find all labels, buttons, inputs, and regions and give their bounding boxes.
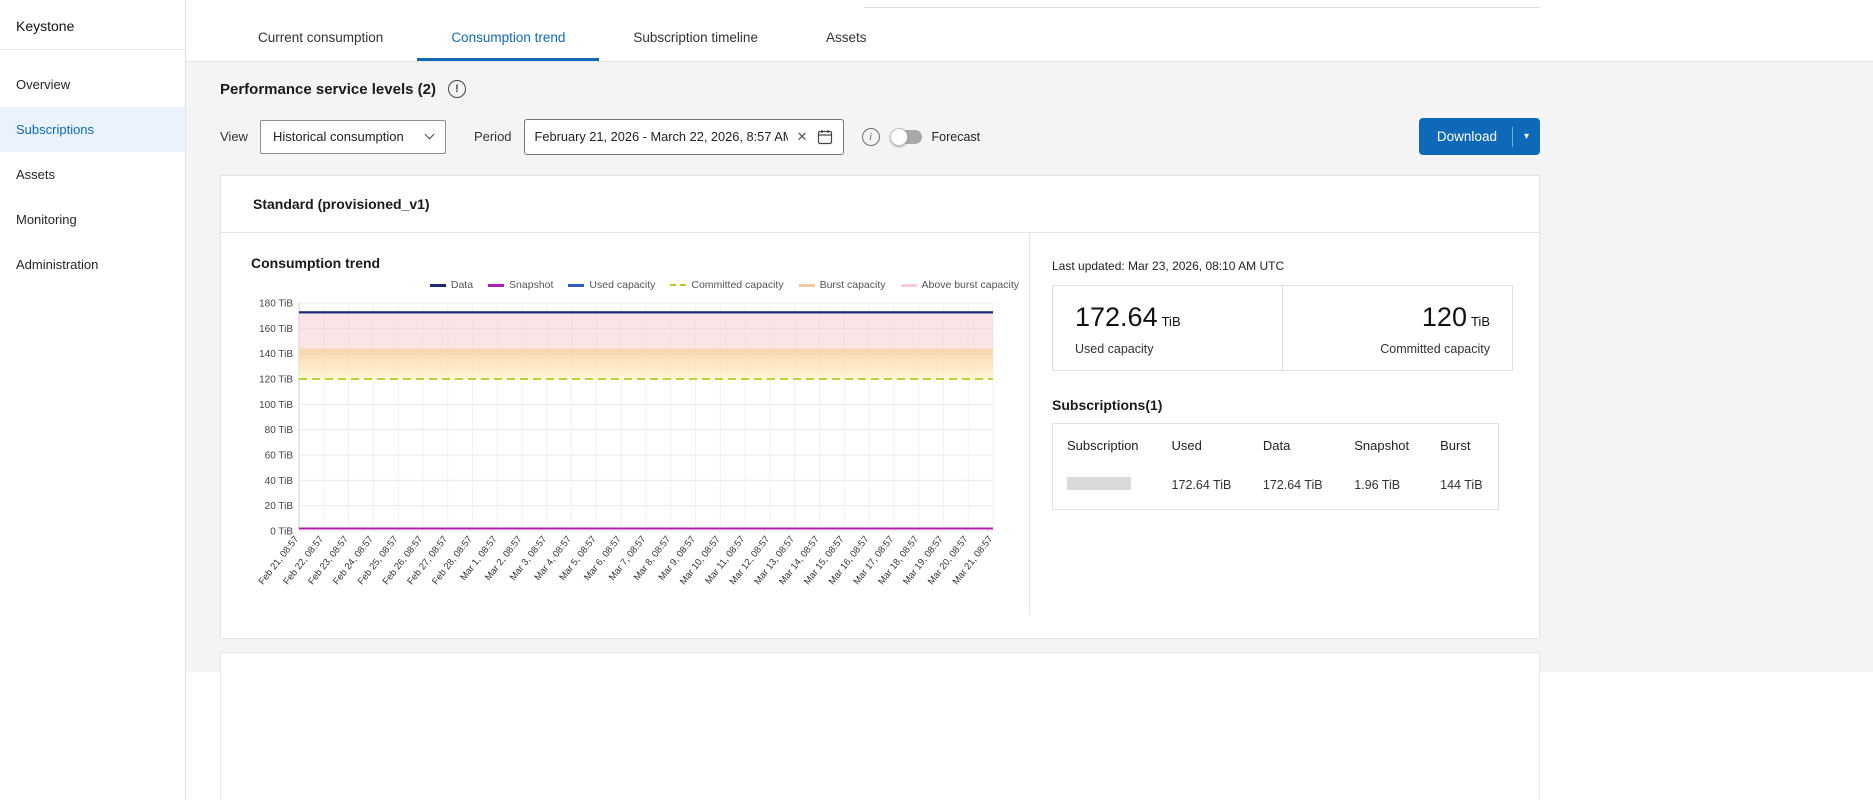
last-updated: Last updated: Mar 23, 2026, 08:10 AM UTC xyxy=(1052,259,1513,273)
svg-text:0 TiB: 0 TiB xyxy=(270,527,293,538)
service-level-card: Standard (provisioned_v1) Consumption tr… xyxy=(220,175,1540,639)
col-used: Used xyxy=(1158,424,1249,466)
committed-capacity-value: 120 xyxy=(1422,302,1467,332)
legend-swatch xyxy=(488,284,504,287)
table-header-row: Subscription Used Data Snapshot Burst xyxy=(1053,424,1499,466)
committed-capacity-label: Committed capacity xyxy=(1305,342,1490,356)
legend-item: Data xyxy=(430,279,473,291)
table-row[interactable]: 172.64 TiB 172.64 TiB 1.96 TiB 144 TiB xyxy=(1053,465,1499,510)
subscriptions-table: Subscription Used Data Snapshot Burst xyxy=(1052,423,1499,510)
subscriptions-title: Subscriptions(1) xyxy=(1052,397,1513,413)
calendar-icon[interactable] xyxy=(817,129,833,145)
chevron-down-icon xyxy=(425,130,435,140)
toggle-knob xyxy=(890,128,908,146)
used-capacity-stat: 172.64 TiB Used capacity xyxy=(1053,286,1282,370)
sidebar-item-subscriptions[interactable]: Subscriptions xyxy=(0,107,185,152)
tab-assets[interactable]: Assets xyxy=(792,17,901,61)
cell-data: 172.64 TiB xyxy=(1249,465,1340,510)
sidebar-item-administration[interactable]: Administration xyxy=(0,242,185,287)
col-subscription: Subscription xyxy=(1053,424,1158,466)
view-label: View xyxy=(220,129,248,144)
used-capacity-unit: TiB xyxy=(1162,314,1181,329)
controls-row: View Historical consumption Period Febru… xyxy=(220,118,1540,155)
period-input[interactable]: February 21, 2026 - March 22, 2026, 8:57… xyxy=(524,119,844,155)
download-label: Download xyxy=(1437,129,1497,144)
svg-text:160 TiB: 160 TiB xyxy=(259,324,293,335)
svg-text:80 TiB: 80 TiB xyxy=(265,425,294,436)
svg-text:180 TiB: 180 TiB xyxy=(259,299,293,310)
chart-area: Consumption trend Data Snapshot Used capac… xyxy=(221,233,1029,614)
scroll-divider xyxy=(864,7,1540,8)
svg-text:100 TiB: 100 TiB xyxy=(259,400,293,411)
svg-text:40 TiB: 40 TiB xyxy=(265,476,294,487)
cell-burst: 144 TiB xyxy=(1426,465,1499,510)
tab-bar: Current consumption Consumption trend Su… xyxy=(186,0,1873,62)
subscription-id-masked xyxy=(1067,477,1131,490)
summary-panel: Last updated: Mar 23, 2026, 08:10 AM UTC… xyxy=(1029,233,1539,614)
section-header: Performance service levels (2) ! xyxy=(220,80,1540,98)
legend-item: Snapshot xyxy=(488,279,553,291)
tab-consumption-trend[interactable]: Consumption trend xyxy=(417,17,599,61)
col-data: Data xyxy=(1249,424,1340,466)
sidebar-item-assets[interactable]: Assets xyxy=(0,152,185,197)
main-content: Current consumption Consumption trend Su… xyxy=(186,0,1873,800)
svg-text:20 TiB: 20 TiB xyxy=(265,501,294,512)
card-body: Consumption trend DataSnapshotUsed capac… xyxy=(221,233,1539,614)
tab-subscription-timeline[interactable]: Subscription timeline xyxy=(599,17,792,61)
svg-text:140 TiB: 140 TiB xyxy=(259,349,293,360)
legend-item: Above burst capacity xyxy=(901,279,1019,291)
svg-text:60 TiB: 60 TiB xyxy=(265,451,294,462)
legend-swatch xyxy=(568,284,584,287)
sidebar-item-overview[interactable]: Overview xyxy=(0,62,185,107)
period-value: February 21, 2026 - March 22, 2026, 8:57… xyxy=(535,129,788,144)
committed-capacity-stat: 120 TiB Committed capacity xyxy=(1282,286,1512,370)
download-button[interactable]: Download ▾ xyxy=(1419,118,1540,155)
legend-item: Used capacity xyxy=(568,279,655,291)
used-capacity-label: Used capacity xyxy=(1075,342,1260,356)
forecast-toggle[interactable] xyxy=(892,130,922,144)
alert-icon[interactable]: ! xyxy=(448,80,466,98)
download-caret-icon[interactable]: ▾ xyxy=(1513,131,1540,142)
chart-title: Consumption trend xyxy=(251,255,1029,271)
app-title: Keystone xyxy=(0,0,185,50)
col-snapshot: Snapshot xyxy=(1340,424,1426,466)
sidebar-item-monitoring[interactable]: Monitoring xyxy=(0,197,185,242)
cell-used: 172.64 TiB xyxy=(1158,465,1249,510)
info-icon[interactable]: i xyxy=(862,128,880,146)
col-burst: Burst xyxy=(1426,424,1499,466)
cell-snapshot: 1.96 TiB xyxy=(1340,465,1426,510)
svg-text:120 TiB: 120 TiB xyxy=(259,375,293,386)
sidebar: Keystone Overview Subscriptions Assets M… xyxy=(0,0,186,800)
consumption-trend-chart: Feb 21, 08:57Feb 22, 08:57Feb 23, 08:57F… xyxy=(251,293,1001,598)
clear-icon[interactable]: ✕ xyxy=(797,130,808,143)
legend-swatch xyxy=(799,284,815,287)
sidebar-nav: Overview Subscriptions Assets Monitoring… xyxy=(0,50,185,287)
page-title: Performance service levels (2) xyxy=(220,81,436,98)
next-card-partial xyxy=(220,652,1540,800)
capacity-stats: 172.64 TiB Used capacity 120 TiB Committed… xyxy=(1052,285,1513,371)
period-label: Period xyxy=(474,129,512,144)
view-select-value: Historical consumption xyxy=(273,129,404,144)
legend-item: Burst capacity xyxy=(799,279,886,291)
legend-item: Committed capacity xyxy=(670,279,783,291)
card-title: Standard (provisioned_v1) xyxy=(221,176,1539,233)
view-select[interactable]: Historical consumption xyxy=(260,120,446,154)
committed-capacity-unit: TiB xyxy=(1471,314,1490,329)
legend-swatch xyxy=(901,284,917,287)
used-capacity-value: 172.64 xyxy=(1075,302,1158,332)
legend-swatch xyxy=(430,284,446,287)
chart-legend: Data Snapshot Used capacity Committed capac… xyxy=(251,279,1019,291)
legend-swatch xyxy=(670,284,686,286)
app-root: Keystone Overview Subscriptions Assets M… xyxy=(0,0,1873,800)
page-content: Performance service levels (2) ! View Hi… xyxy=(186,80,1574,800)
forecast-label: Forecast xyxy=(932,130,981,144)
tab-current-consumption[interactable]: Current consumption xyxy=(224,17,417,61)
